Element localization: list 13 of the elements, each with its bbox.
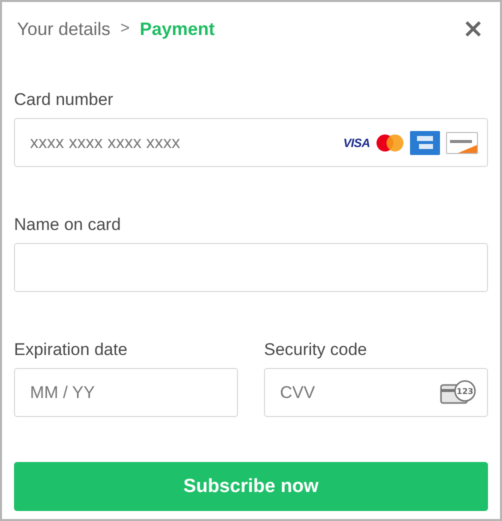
expiration-field[interactable]: MM / YY (14, 368, 238, 417)
field-label: Expiration date (14, 340, 128, 360)
discover-card-icon (446, 132, 478, 154)
chevron-separator: > (120, 20, 130, 38)
field-label: Security code (264, 340, 368, 360)
mastercard-icon (376, 134, 404, 152)
close-button[interactable]: × (458, 16, 488, 42)
amex-card-icon (410, 130, 440, 154)
visa-logo: VISA (343, 136, 370, 150)
name-field[interactable] (14, 243, 488, 292)
field-label: Card number (14, 90, 114, 110)
breadcrumb-step[interactable]: Your details (17, 18, 110, 40)
field-label: Name on card (14, 215, 122, 235)
